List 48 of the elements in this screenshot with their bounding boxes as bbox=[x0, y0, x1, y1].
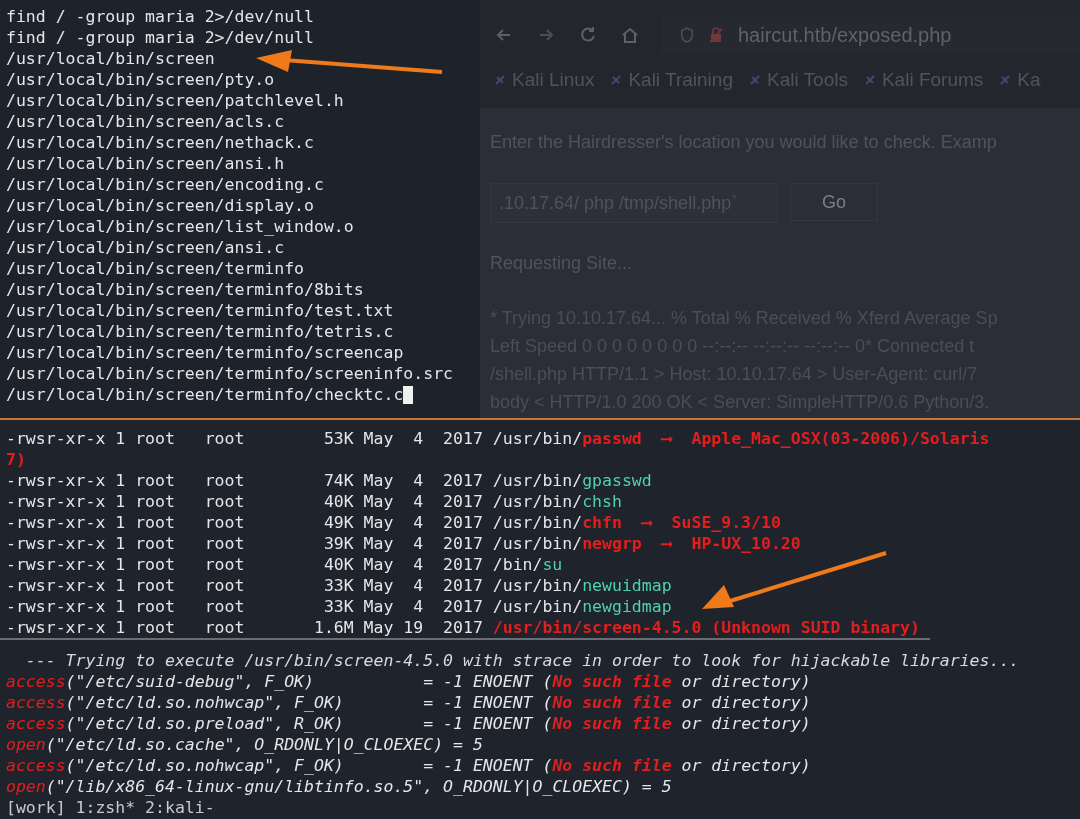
terminal-line: /usr/local/bin/screen/terminfo/screeninfo.src bbox=[6, 363, 454, 384]
terminal-line: /usr/local/bin/screen/terminfo/test.txt bbox=[6, 300, 394, 321]
terminal-line: find / -group maria 2>/dev/null bbox=[6, 27, 314, 48]
terminal-line: find / -group maria 2>/dev/null bbox=[6, 6, 314, 27]
terminal-line: open("/lib/x86_64-linux-gnu/libtinfo.so.5", O_RDONLY|O_CLOEXEC) = 5 bbox=[6, 777, 672, 796]
bookmark-icon bbox=[494, 74, 506, 86]
terminal-line: -rwsr-xr-x 1 root root 74K May 4 2017 /usr/bin/gpasswd bbox=[6, 471, 652, 490]
terminal-line: -rwsr-xr-x 1 root root 33K May 4 2017 /usr/bin/newuidmap bbox=[6, 576, 672, 595]
terminal-line: /usr/local/bin/screen/terminfo/screencap bbox=[6, 342, 404, 363]
terminal-line: /usr/local/bin/screen/list_window.o bbox=[6, 216, 354, 237]
terminal-line: --- Trying to execute /usr/bin/screen-4.5.0 with strace in order to look for hijackable libraries... bbox=[24, 651, 1020, 670]
reload-icon[interactable] bbox=[578, 25, 598, 45]
terminal-line: /usr/local/bin/screen/pty.o bbox=[6, 69, 275, 90]
terminal-line: /usr/local/bin/screen/patchlevel.h bbox=[6, 90, 344, 111]
terminal-line: -rwsr-xr-x 1 root root 53K May 4 2017 /usr/bin/passwd ⟶ Apple_Mac_OSX(03-2006)/Solaris bbox=[6, 429, 990, 448]
terminal-line: /usr/local/bin/screen/nethack.c bbox=[6, 132, 314, 153]
terminal-line: access("/etc/ld.so.nohwcap", F_OK) = -1 ENOENT (No such file or directory) bbox=[6, 693, 811, 712]
terminal-line: -rwsr-xr-x 1 root root 40K May 4 2017 /bin/su bbox=[6, 555, 563, 574]
terminal-line: /usr/local/bin/screen/ansi.c bbox=[6, 237, 285, 258]
terminal-line: access("/etc/ld.so.preload", R_OK) = -1 ENOENT (No such file or directory) bbox=[6, 714, 811, 733]
terminal-line: 7) bbox=[6, 450, 26, 469]
terminal-line: -rwsr-xr-x 1 root root 40K May 4 2017 /usr/bin/chsh bbox=[6, 492, 622, 511]
terminal-line: -rwsr-xr-x 1 root root 33K May 4 2017 /usr/bin/newgidmap bbox=[6, 597, 672, 616]
terminal-line: access("/etc/suid-debug", F_OK) = -1 ENOENT (No such file or directory) bbox=[6, 672, 811, 691]
terminal-line: /usr/local/bin/screen/terminfo/checktc.c bbox=[6, 384, 404, 405]
text-cursor bbox=[403, 385, 414, 404]
terminal-line: /usr/local/bin/screen bbox=[6, 48, 215, 69]
bookmark-icon bbox=[610, 74, 623, 86]
terminal-line: /usr/local/bin/screen/display.o bbox=[6, 195, 314, 216]
terminal-line: /usr/local/bin/screen/ansi.h bbox=[6, 153, 285, 174]
terminal-line: /usr/local/bin/screen/acls.c bbox=[6, 111, 285, 132]
terminal-line: /usr/local/bin/screen/terminfo/8bits bbox=[6, 279, 364, 300]
bookmark-icon bbox=[748, 74, 761, 86]
terminal-line: open("/etc/ld.so.cache", O_RDONLY|O_CLOEXEC) = 5 bbox=[6, 735, 483, 754]
home-icon[interactable] bbox=[620, 25, 640, 45]
bookmark-icon bbox=[999, 74, 1012, 86]
terminal-line: /usr/local/bin/screen/terminfo/tetris.c bbox=[6, 321, 394, 342]
terminal-line: /usr/local/bin/screen/terminfo bbox=[6, 258, 304, 279]
terminal-line: /usr/local/bin/screen/encoding.c bbox=[6, 174, 324, 195]
lock-icon bbox=[708, 27, 724, 43]
bookmark-icon bbox=[863, 74, 876, 86]
status-bar-text: [work] 1:zsh* 2:kali- bbox=[6, 798, 215, 817]
terminal-line: access("/etc/ld.so.nohwcap", F_OK) = -1 ENOENT (No such file or directory) bbox=[6, 756, 811, 775]
terminal-line: -rwsr-xr-x 1 root root 1.6M May 19 2017 /usr/bin/screen-4.5.0 (Unknown SUID binary) bbox=[6, 618, 920, 637]
go-button[interactable]: Go bbox=[790, 183, 878, 221]
shield-icon bbox=[680, 27, 694, 43]
terminal-line: -rwsr-xr-x 1 root root 49K May 4 2017 /usr/bin/chfn ⟶ SuSE_9.3/10 bbox=[6, 513, 781, 532]
terminal-line: -rwsr-xr-x 1 root root 39K May 4 2017 /usr/bin/newgrp ⟶ HP-UX_10.20 bbox=[6, 534, 801, 553]
